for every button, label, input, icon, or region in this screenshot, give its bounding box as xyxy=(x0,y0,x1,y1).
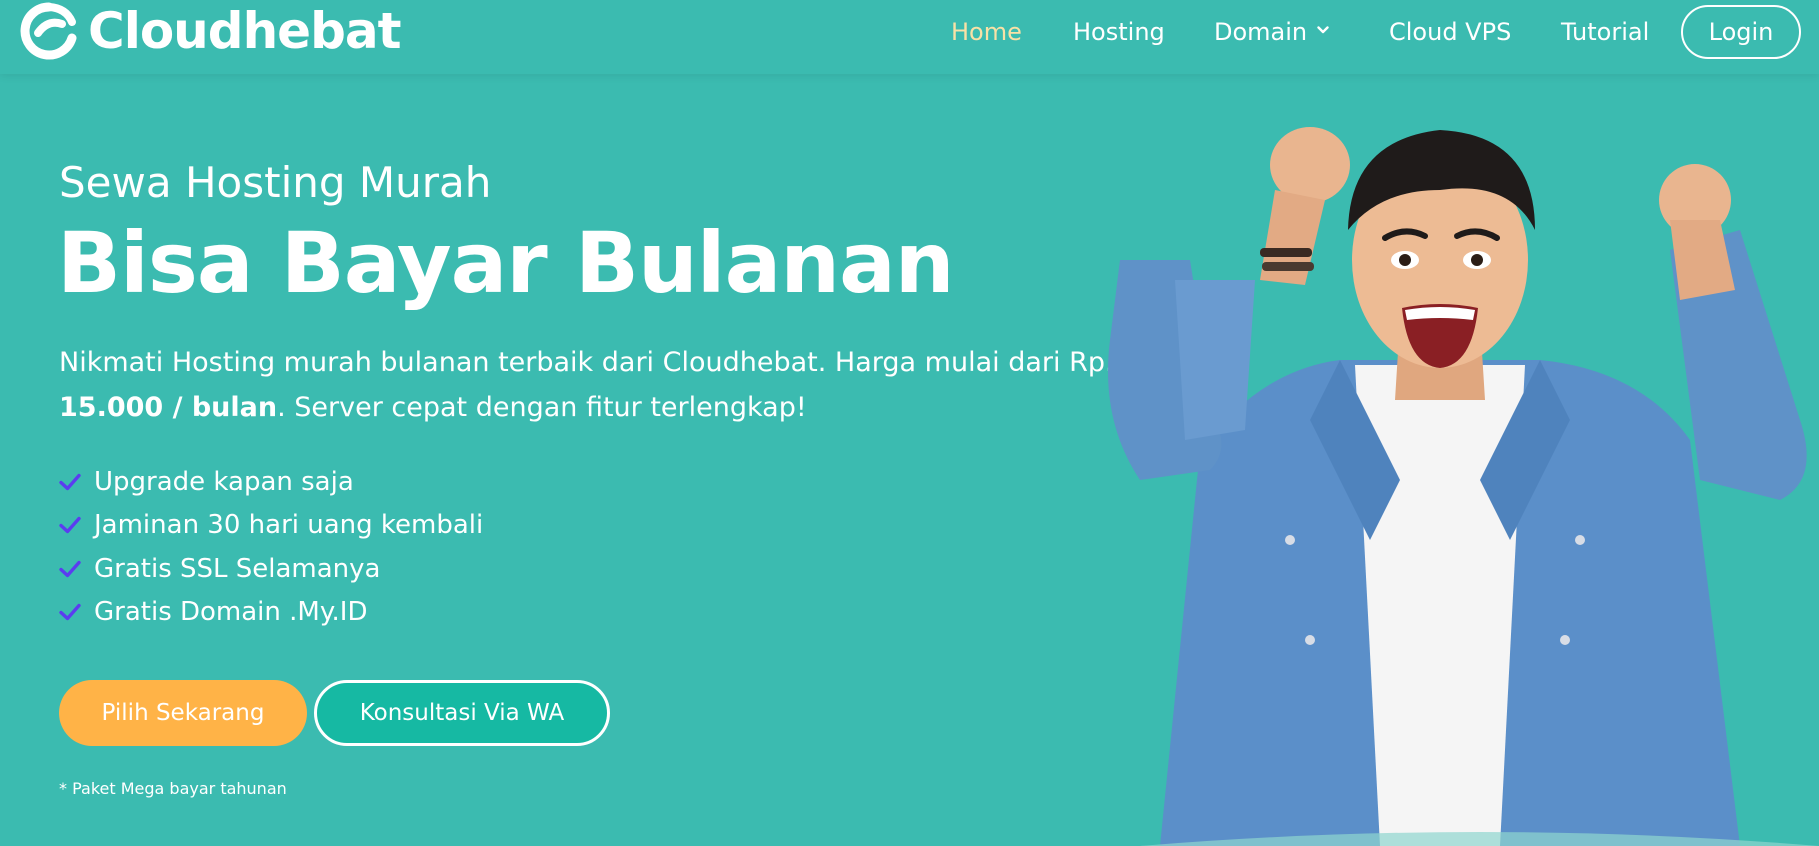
list-item: Gratis Domain .My.ID xyxy=(59,591,483,635)
landing-page: Cloudhebat Home Hosting Domain Cloud VPS… xyxy=(0,0,1819,846)
cloudhebat-logo-icon xyxy=(20,2,77,60)
hero-description: Nikmati Hosting murah bulanan terbaik da… xyxy=(59,340,1119,430)
hero-title: Bisa Bayar Bulanan xyxy=(57,214,955,312)
hero-subtitle: Sewa Hosting Murah xyxy=(59,158,492,207)
hero-description-tail: . Server cepat dengan fitur terlengkap! xyxy=(277,392,807,423)
login-button[interactable]: Login xyxy=(1681,5,1801,59)
feature-label: Gratis Domain .My.ID xyxy=(94,597,368,628)
feature-list: Upgrade kapan saja Jaminan 30 hari uang … xyxy=(59,460,483,634)
brand-name: Cloudhebat xyxy=(88,2,402,60)
chevron-down-icon xyxy=(1317,26,1329,34)
brand-logo[interactable]: Cloudhebat xyxy=(20,2,402,60)
whatsapp-consult-button[interactable]: Konsultasi Via WA xyxy=(314,680,610,746)
nav-cloud-vps[interactable]: Cloud VPS xyxy=(1389,8,1511,56)
feature-label: Gratis SSL Selamanya xyxy=(94,553,381,584)
check-icon xyxy=(59,604,81,621)
check-icon xyxy=(59,560,81,577)
excited-man-photo xyxy=(1108,127,1807,846)
hero-price: 15.000 / bulan xyxy=(59,392,278,423)
list-item: Upgrade kapan saja xyxy=(59,460,483,504)
site-header: Cloudhebat Home Hosting Domain Cloud VPS… xyxy=(0,0,1819,74)
feature-label: Jaminan 30 hari uang kembali xyxy=(94,510,484,541)
feature-label: Upgrade kapan saja xyxy=(94,466,354,497)
nav-domain-label: Domain xyxy=(1214,18,1308,46)
footnote: * Paket Mega bayar tahunan xyxy=(59,779,287,798)
nav-home[interactable]: Home xyxy=(951,8,1022,56)
nav-domain[interactable]: Domain xyxy=(1214,8,1329,56)
nav-tutorial[interactable]: Tutorial xyxy=(1561,8,1649,56)
list-item: Jaminan 30 hari uang kembali xyxy=(59,504,483,548)
nav-hosting[interactable]: Hosting xyxy=(1073,8,1165,56)
check-icon xyxy=(59,473,81,490)
decorative-wave xyxy=(1140,832,1819,846)
list-item: Gratis SSL Selamanya xyxy=(59,547,483,591)
check-icon xyxy=(59,517,81,534)
choose-now-button[interactable]: Pilih Sekarang xyxy=(59,680,307,746)
hero-description-text: Nikmati Hosting murah bulanan terbaik da… xyxy=(59,347,1114,378)
